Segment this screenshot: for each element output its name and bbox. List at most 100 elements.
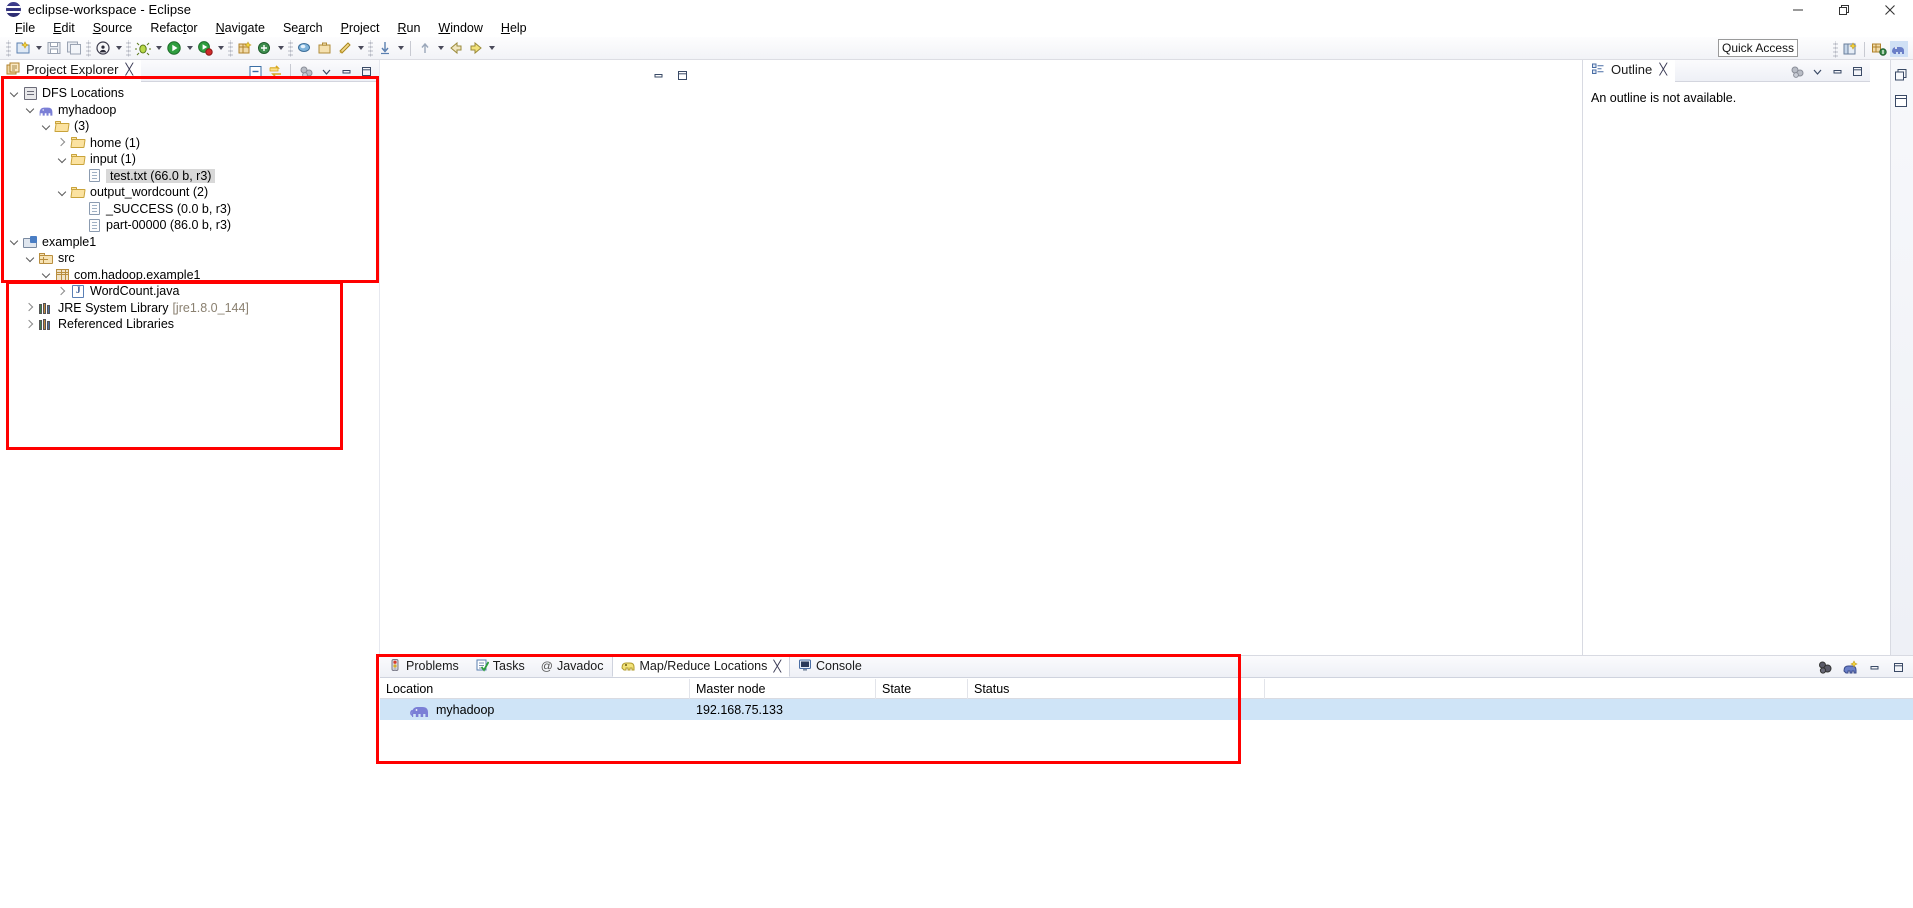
view-menu-icon[interactable] <box>1808 62 1826 80</box>
tree-item[interactable]: home (1) <box>0 135 379 152</box>
tree-twisty[interactable] <box>22 300 38 316</box>
tree-item[interactable]: output_wordcount (2) <box>0 184 379 201</box>
collapse-all-icon[interactable] <box>246 62 264 80</box>
toolbar-drag-handle[interactable] <box>6 39 11 57</box>
column-header-master-node[interactable]: Master node <box>690 678 876 699</box>
quick-access-input[interactable]: Quick Access <box>1718 39 1798 57</box>
tree-item[interactable]: DFS Locations <box>0 85 379 102</box>
tab-console[interactable]: Console <box>790 655 870 677</box>
close-icon[interactable]: ╳ <box>1660 63 1668 76</box>
next-annotation-button[interactable] <box>375 37 406 59</box>
menu-refactor[interactable]: Refactor <box>141 19 206 37</box>
column-header-location[interactable]: Location <box>380 678 690 699</box>
run-dropdown[interactable] <box>184 38 195 58</box>
tree-item[interactable]: _SUCCESS (0.0 b, r3) <box>0 201 379 218</box>
tree-item[interactable]: JRE System Library [jre1.8.0_144] <box>0 300 379 317</box>
minimize-icon[interactable] <box>1828 62 1846 80</box>
menu-source[interactable]: Source <box>84 19 142 37</box>
new-hadoop-location-icon[interactable] <box>1817 658 1835 676</box>
outline-view-icon[interactable] <box>1894 94 1910 110</box>
tree-twisty[interactable] <box>54 184 70 200</box>
previous-annotation-button[interactable] <box>415 37 446 59</box>
tree-twisty[interactable] <box>6 85 22 101</box>
print-button[interactable] <box>93 37 124 59</box>
run-coverage-button[interactable] <box>195 37 226 59</box>
new-java-package-button[interactable] <box>235 37 255 59</box>
open-perspective-icon[interactable] <box>1840 39 1860 59</box>
tree-twisty[interactable] <box>6 234 22 250</box>
tree-twisty[interactable] <box>22 250 38 266</box>
tree-item[interactable]: input (1) <box>0 151 379 168</box>
tree-item[interactable]: (3) <box>0 118 379 135</box>
debug-button[interactable] <box>133 37 164 59</box>
tab-project-explorer[interactable]: Project Explorer ╳ <box>0 59 142 82</box>
tab-tasks[interactable]: Tasks <box>467 655 533 677</box>
save-button[interactable] <box>44 37 64 59</box>
run-button[interactable] <box>164 37 195 59</box>
java-perspective-icon[interactable] <box>1869 39 1889 59</box>
menu-project[interactable]: Project <box>332 19 389 37</box>
menu-run[interactable]: Run <box>388 19 429 37</box>
save-all-button[interactable] <box>64 37 84 59</box>
close-icon[interactable]: ╳ <box>774 660 782 673</box>
tree-item[interactable]: src <box>0 250 379 267</box>
tree-twisty[interactable] <box>22 316 38 332</box>
column-header-state[interactable]: State <box>876 678 968 699</box>
tree-item[interactable]: com.hadoop.example1 <box>0 267 379 284</box>
column-header-status[interactable]: Status <box>968 678 1265 699</box>
maximize-icon[interactable] <box>673 66 691 84</box>
menu-search[interactable]: Search <box>274 19 332 37</box>
tree-item[interactable]: example1 <box>0 234 379 251</box>
edit-hadoop-location-icon[interactable] <box>1841 658 1859 676</box>
tree-twisty[interactable] <box>54 135 70 151</box>
skip-breakpoints-dropdown[interactable] <box>355 38 366 58</box>
tree-item[interactable]: test.txt (66.0 b, r3) <box>0 168 379 185</box>
minimize-icon[interactable] <box>337 62 355 80</box>
menu-edit[interactable]: Edit <box>44 19 84 37</box>
tree-twisty[interactable] <box>54 151 70 167</box>
forward-dropdown[interactable] <box>486 38 497 58</box>
tree-item[interactable]: myhadoop <box>0 102 379 119</box>
previous-annotation-dropdown[interactable] <box>435 38 446 58</box>
run-coverage-dropdown[interactable] <box>215 38 226 58</box>
minimize-icon[interactable] <box>1775 0 1821 19</box>
editor-empty-area[interactable] <box>380 60 1583 655</box>
focus-on-active-task-icon[interactable] <box>297 62 315 80</box>
view-menu-icon[interactable] <box>317 62 335 80</box>
menu-window[interactable]: Window <box>429 19 491 37</box>
restore-icon[interactable] <box>1894 68 1910 84</box>
forward-button[interactable] <box>466 37 497 59</box>
tree-twisty[interactable] <box>54 283 70 299</box>
menu-file[interactable]: File <box>6 19 44 37</box>
tab-problems[interactable]: Problems <box>380 655 467 677</box>
table-row[interactable]: myhadoop 192.168.75.133 <box>380 699 1913 720</box>
next-annotation-dropdown[interactable] <box>395 38 406 58</box>
mapreduce-perspective-icon[interactable] <box>1889 39 1909 59</box>
maximize-icon[interactable] <box>1821 0 1867 19</box>
tab-javadoc[interactable]: @ Javadoc <box>533 655 612 677</box>
tree-twisty[interactable] <box>38 118 54 134</box>
minimize-icon[interactable] <box>649 66 667 84</box>
tree-item[interactable]: WordCount.java <box>0 283 379 300</box>
search-button[interactable] <box>295 37 315 59</box>
maximize-icon[interactable] <box>1848 62 1866 80</box>
tree-item[interactable]: part-00000 (86.0 b, r3) <box>0 217 379 234</box>
skip-breakpoints-button[interactable] <box>335 37 366 59</box>
perspective-drag-handle[interactable] <box>1833 40 1838 58</box>
menu-navigate[interactable]: Navigate <box>207 19 274 37</box>
menu-help[interactable]: Help <box>492 19 536 37</box>
maximize-icon[interactable] <box>357 62 375 80</box>
new-wizard-button[interactable] <box>13 37 44 59</box>
back-button[interactable] <box>446 37 466 59</box>
print-dropdown[interactable] <box>113 38 124 58</box>
tree-twisty[interactable] <box>38 267 54 283</box>
close-icon[interactable]: ╳ <box>126 63 134 76</box>
tab-outline[interactable]: Outline ╳ <box>1585 59 1675 82</box>
new-java-class-button[interactable] <box>255 37 286 59</box>
link-with-editor-icon[interactable] <box>266 62 284 80</box>
debug-dropdown[interactable] <box>153 38 164 58</box>
maximize-icon[interactable] <box>1889 658 1907 676</box>
tree-item[interactable]: Referenced Libraries <box>0 316 379 333</box>
tree-twisty[interactable] <box>22 102 38 118</box>
new-java-class-dropdown[interactable] <box>275 38 286 58</box>
